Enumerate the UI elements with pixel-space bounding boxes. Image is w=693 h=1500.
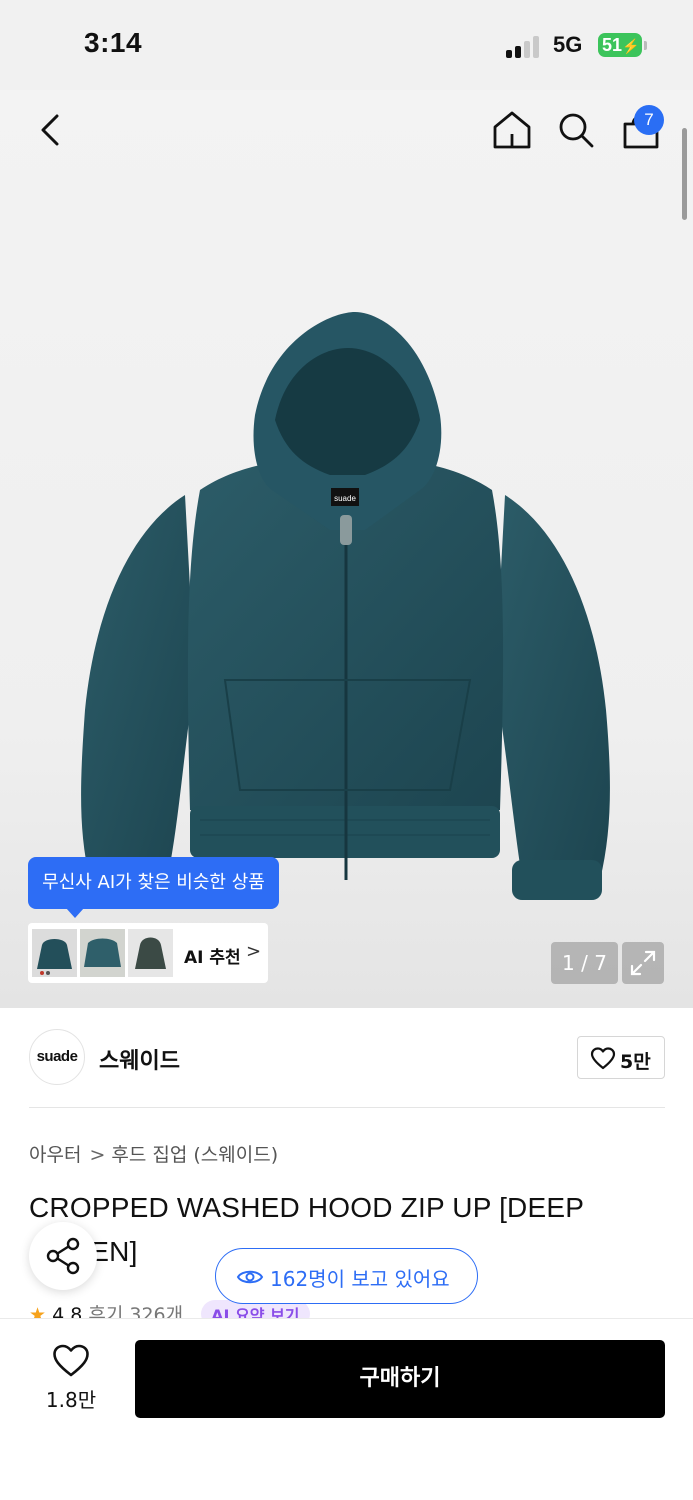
breadcrumb: 아우터 > 후드 집업 (스웨이드) [29, 1140, 278, 1167]
battery-level: 51 [602, 35, 623, 55]
search-button[interactable] [556, 110, 596, 150]
expand-icon [630, 950, 656, 976]
battery-tip [644, 41, 647, 50]
ai-thumbnail-1[interactable] [32, 929, 77, 977]
scrollbar[interactable] [682, 128, 687, 220]
expand-image-button[interactable] [622, 942, 664, 984]
breadcrumb-separator: > [89, 1144, 106, 1166]
heart-icon [53, 1344, 89, 1377]
brand-like-button[interactable]: 5만 [577, 1036, 665, 1079]
brand-name[interactable]: 스웨이드 [99, 1043, 180, 1075]
breadcrumb-category[interactable]: 아우터 [29, 1144, 81, 1166]
home-icon [493, 111, 531, 149]
network-type: 5G [553, 32, 583, 57]
home-button[interactable] [490, 108, 534, 152]
status-time: 3:14 [84, 27, 143, 58]
ai-similar-tooltip[interactable]: 무신사 AI가 찾은 비슷한 상품 [28, 857, 279, 918]
divider [29, 1107, 665, 1108]
battery-icon: 51⚡ [598, 33, 642, 57]
back-chevron-icon [41, 114, 59, 146]
viewers-count-pill: 162명이 보고 있어요 [215, 1248, 478, 1304]
breadcrumb-subcategory[interactable]: 후드 집업 (스웨이드) [111, 1144, 278, 1166]
status-bar: 3:14 5G 51⚡ [0, 0, 693, 90]
ai-recommend-strip[interactable]: AI 추천 > [28, 923, 268, 983]
share-button[interactable] [29, 1222, 97, 1290]
ai-thumbnail-2[interactable] [80, 929, 125, 977]
image-page-indicator: 1 / 7 [551, 942, 618, 984]
ai-recommend-label: AI 추천 [184, 948, 241, 968]
back-button[interactable] [30, 108, 70, 152]
chevron-right-icon: > [246, 941, 262, 962]
ai-thumbnail-3[interactable] [128, 929, 173, 977]
cellular-signal-icon [506, 34, 542, 58]
wishlist-button[interactable]: 1.8만 [36, 1342, 106, 1412]
garment-print-label: suade [334, 494, 356, 503]
eye-icon [236, 1270, 264, 1284]
brand-like-count: 5만 [620, 1051, 651, 1073]
heart-icon [590, 1047, 616, 1070]
viewers-text: 162명이 보고 있어요 [270, 1267, 450, 1291]
search-icon [559, 113, 594, 148]
cart-count-badge: 7 [634, 105, 664, 135]
brand-logo[interactable]: suade [29, 1029, 85, 1085]
buy-button[interactable]: 구매하기 [135, 1340, 665, 1418]
share-icon [46, 1237, 80, 1275]
wishlist-count: 1.8만 [45, 1388, 97, 1412]
